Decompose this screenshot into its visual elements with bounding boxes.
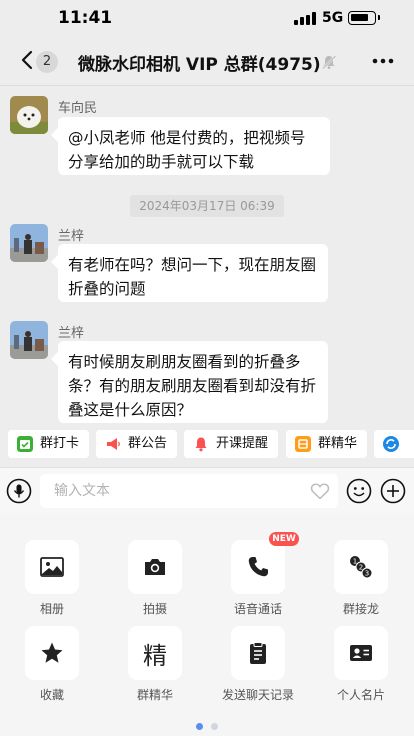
tool-tile[interactable]: NEW	[231, 532, 299, 594]
essence-char-icon: 精	[143, 642, 167, 670]
tool-label: 拍摄	[142, 602, 167, 616]
essence-icon	[295, 436, 311, 452]
tool-album[interactable]: 相册	[2, 540, 102, 617]
tool-tile[interactable]: 精	[128, 626, 182, 680]
heart-icon[interactable]	[310, 482, 330, 500]
tool-group-chain[interactable]: 1 2 3 群接龙	[311, 540, 411, 617]
phone-icon	[248, 557, 268, 577]
tool-label: 发送聊天记录	[221, 688, 294, 702]
shortcut-label: 群精华	[318, 436, 358, 451]
mute-bell-icon	[322, 55, 337, 70]
shortcut-chip-announcement[interactable]: 群公告	[96, 430, 178, 458]
tool-label: 群精华	[136, 688, 173, 702]
shortcut-chip-essence[interactable]: 群精华	[286, 430, 368, 458]
avatar[interactable]	[10, 224, 48, 262]
chat-area[interactable]: 车向民 @小凤老师 他是付费的，把视频号分享给加的助手就可以下载 2024年03…	[0, 87, 414, 423]
message-bubble[interactable]: 有时候朋友刷朋友圈看到的折叠多条？有的朋友刷朋友圈看到却没有折叠这是什么原因？	[58, 341, 328, 423]
shortcut-chip-class-reminder[interactable]: 开课提醒	[184, 430, 279, 458]
message-text-input[interactable]	[40, 474, 338, 508]
avatar[interactable]	[10, 321, 48, 359]
chat-title: 微脉水印相机 VIP 总群(4975)	[78, 55, 321, 75]
signal-icon	[294, 12, 316, 25]
shortcut-chip-checkin[interactable]: 群打卡	[8, 430, 90, 458]
group-shortcut-bar: 群打卡 群公告 开课提醒 群精华	[0, 425, 414, 465]
sender-name: 兰梓	[58, 326, 85, 341]
tool-tile[interactable]	[25, 626, 79, 680]
nav-bar: 2 微脉水印相机 VIP 总群(4975)	[0, 36, 414, 86]
clipboard-icon	[250, 642, 266, 664]
status-bar: 11:41 5G	[0, 0, 414, 36]
new-badge: NEW	[269, 532, 299, 546]
tool-label: 个人名片	[336, 688, 385, 702]
shortcut-chip-more[interactable]	[374, 430, 414, 458]
tool-tile[interactable]	[128, 540, 182, 594]
voice-input-icon[interactable]	[6, 478, 32, 504]
sync-icon	[383, 436, 399, 452]
sender-name: 兰梓	[58, 229, 85, 244]
tool-tile[interactable]: 1 2 3	[334, 540, 388, 594]
battery-icon	[348, 11, 376, 25]
pager-dot-active[interactable]	[196, 723, 203, 730]
svg-text:3: 3	[365, 570, 369, 578]
tool-tile[interactable]	[231, 626, 285, 680]
star-icon	[41, 642, 63, 663]
network-label: 5G	[322, 10, 344, 26]
shortcut-label: 群打卡	[40, 436, 80, 451]
more-options-icon[interactable]	[372, 52, 394, 70]
back-icon[interactable]	[20, 50, 34, 70]
unread-count-badge[interactable]: 2	[36, 51, 58, 73]
tool-tile[interactable]	[334, 626, 388, 680]
tool-label: 收藏	[39, 688, 64, 702]
shortcut-label: 开课提醒	[216, 436, 269, 451]
megaphone-icon	[107, 438, 120, 450]
plus-icon[interactable]	[380, 478, 406, 504]
tool-label: 群接龙	[342, 602, 379, 616]
emoji-icon[interactable]	[346, 478, 372, 504]
tool-label: 相册	[39, 602, 64, 616]
shortcut-label: 群公告	[128, 436, 168, 451]
tool-label: 语音通话	[233, 602, 282, 616]
message-timestamp: 2024年03月17日 06:39	[130, 195, 284, 217]
image-icon	[40, 557, 64, 577]
sender-name: 车向民	[58, 101, 98, 116]
battery-cap	[378, 15, 380, 20]
message-input-row	[0, 467, 414, 513]
tool-group-essence[interactable]: 精 群精华	[105, 626, 205, 703]
camera-icon	[145, 559, 165, 575]
tool-favorites[interactable]: 收藏	[2, 626, 102, 703]
contact-card-icon	[350, 645, 372, 661]
tool-camera[interactable]: 拍摄	[105, 540, 205, 617]
message-bubble[interactable]: @小凤老师 他是付费的，把视频号分享给加的助手就可以下载	[58, 117, 330, 175]
calendar-check-icon	[17, 436, 33, 452]
tool-tile[interactable]	[25, 540, 79, 594]
tool-send-chat-history[interactable]: 发送聊天记录	[208, 626, 308, 703]
more-tools-panel: 相册 拍摄 NEW 语音通话 1 2 3 群接龙 收藏 精 群精华 发送聊天记录…	[0, 513, 414, 736]
avatar[interactable]	[10, 96, 48, 134]
status-time: 11:41	[58, 8, 113, 28]
message-bubble[interactable]: 有老师在吗？想问一下，现在朋友圈折叠的问题	[58, 244, 328, 302]
bell-icon	[195, 437, 207, 452]
tool-contact-card[interactable]: 个人名片	[311, 626, 411, 703]
tool-voice-call[interactable]: NEW 语音通话	[208, 532, 308, 617]
pager-dot[interactable]	[211, 723, 218, 730]
chain-numbers-icon: 1 2 3	[350, 556, 373, 579]
